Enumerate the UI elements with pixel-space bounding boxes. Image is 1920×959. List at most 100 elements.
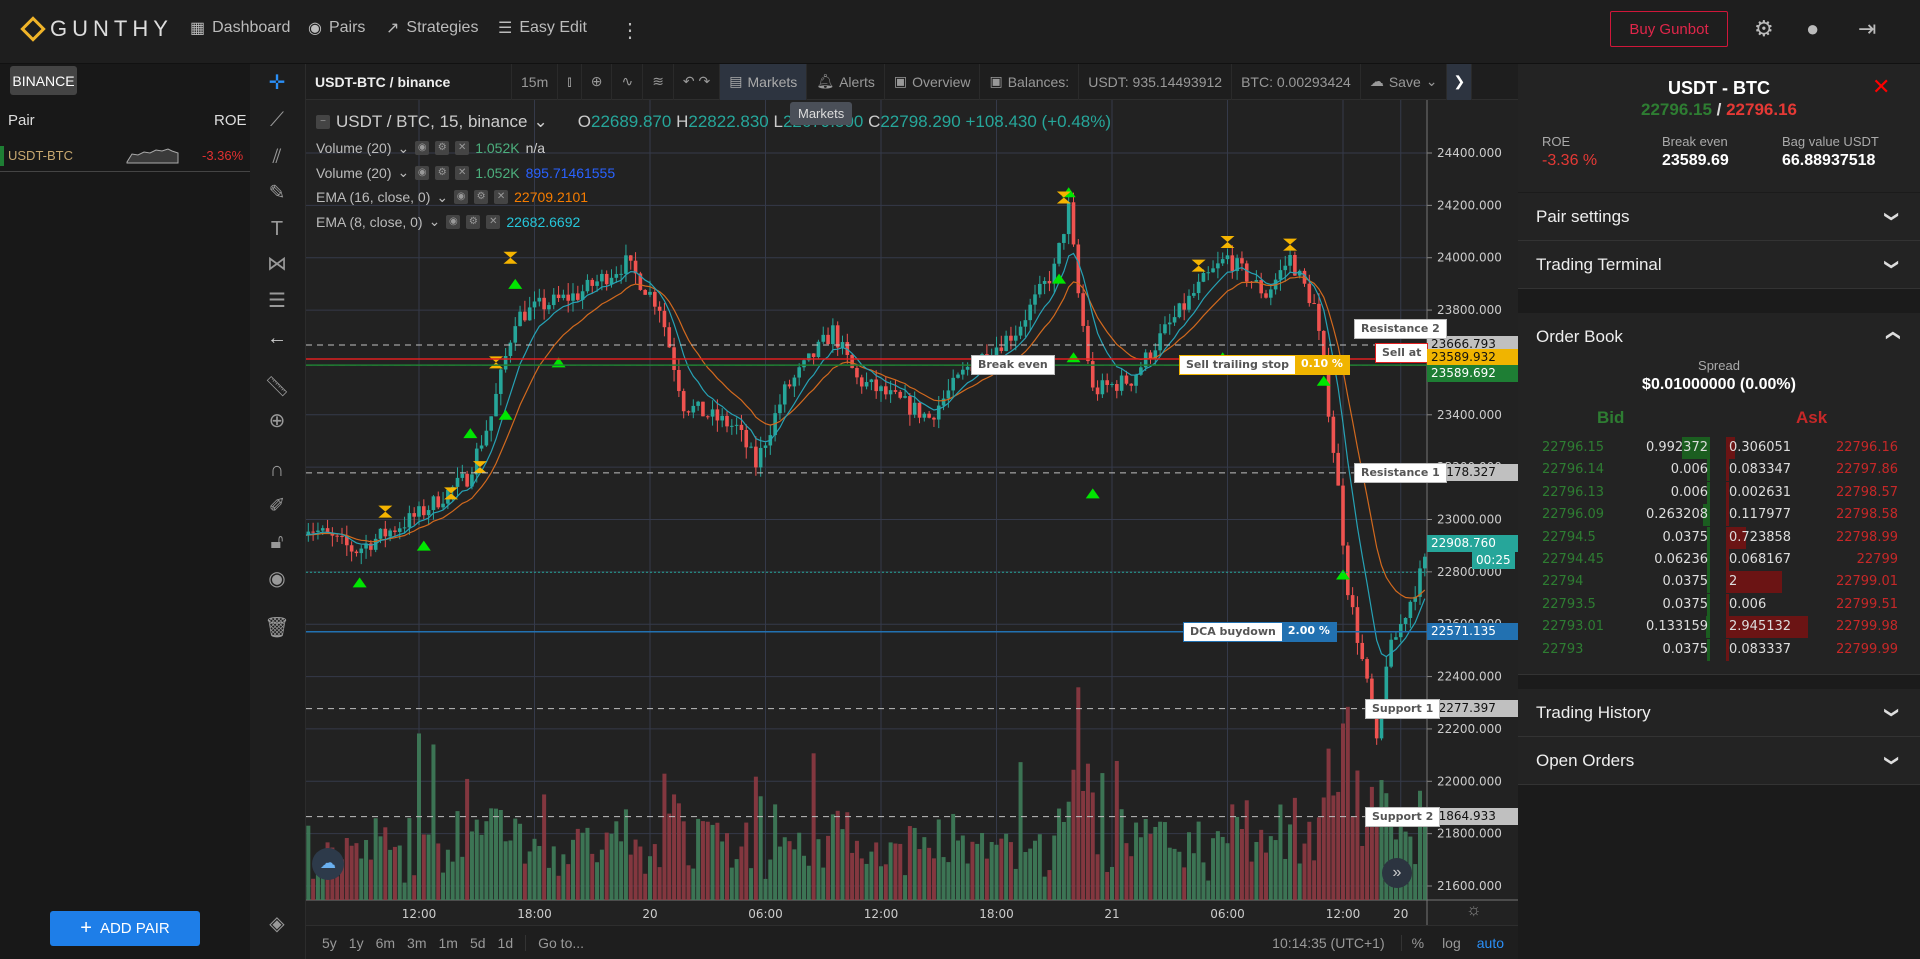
- orderbook-row[interactable]: 22796.09 0.263208 0.117977 22798.58: [1518, 504, 1920, 527]
- settings-gear-icon[interactable]: ⚙: [1754, 16, 1774, 42]
- goto-button[interactable]: Go to...: [525, 934, 584, 951]
- tradingview-logo-icon[interactable]: ☁: [312, 848, 344, 880]
- orderbook-row[interactable]: 22796.14 0.006 0.083347 22797.86: [1518, 459, 1920, 482]
- log-scale-toggle[interactable]: log: [1434, 935, 1469, 951]
- pattern-icon[interactable]: ⋈: [262, 251, 292, 277]
- pitchfork-icon[interactable]: ⫽: [262, 144, 292, 170]
- level-label-support-2[interactable]: Support 2: [1365, 806, 1441, 827]
- percent-scale-toggle[interactable]: %: [1402, 935, 1434, 951]
- legend-symbol[interactable]: USDT / BTC, 15, binance: [336, 112, 528, 132]
- section-open-orders[interactable]: Open Orders ❯: [1518, 737, 1920, 785]
- indicator-settings-icon[interactable]: ⚙: [474, 190, 489, 205]
- close-icon[interactable]: ✕: [1872, 74, 1890, 100]
- unlock-icon[interactable]: 🔓︎: [262, 529, 292, 555]
- section-title[interactable]: Order Book: [1536, 327, 1623, 347]
- indicator-name[interactable]: Volume (20): [316, 165, 391, 181]
- trend-line-icon[interactable]: ⟋: [262, 107, 292, 133]
- add-pair-button[interactable]: + ADD PAIR: [50, 911, 200, 946]
- orderbook-row[interactable]: 22793.5 0.0375 0.006 22799.51: [1518, 593, 1920, 616]
- undo-icon[interactable]: ↶ ↷: [674, 63, 721, 100]
- lock-drawing-icon[interactable]: ✐: [262, 493, 292, 519]
- buy-gunbot-button[interactable]: Buy Gunbot: [1610, 11, 1728, 47]
- level-label-sell-at[interactable]: Sell at: [1375, 342, 1429, 363]
- level-label-sell-trailing-stop[interactable]: Sell trailing stop 0.10 %: [1179, 355, 1350, 376]
- nav-pairs[interactable]: ◉ Pairs: [308, 18, 365, 38]
- overview-button[interactable]: ▣ Overview: [885, 63, 981, 100]
- nav-dashboard[interactable]: ▦ Dashboard: [190, 18, 290, 38]
- orderbook-row[interactable]: 22796.13 0.006 0.002631 22798.57: [1518, 481, 1920, 504]
- eye-icon[interactable]: ◉: [262, 566, 292, 592]
- remove-indicator-icon[interactable]: ✕: [494, 190, 509, 205]
- ruler-icon[interactable]: 📏︎: [262, 374, 292, 400]
- remove-indicator-icon[interactable]: ✕: [486, 214, 501, 229]
- indicator-settings-icon[interactable]: ⚙: [435, 165, 450, 180]
- arrow-left-icon[interactable]: ←: [262, 325, 292, 351]
- trash-icon[interactable]: 🗑︎: [262, 615, 292, 641]
- templates-icon[interactable]: ≋: [643, 63, 674, 100]
- remove-indicator-icon[interactable]: ✕: [455, 141, 470, 156]
- indicator-name[interactable]: EMA (8, close, 0): [316, 214, 423, 230]
- user-account-icon[interactable]: ●: [1806, 16, 1819, 42]
- logout-icon[interactable]: ⇥: [1858, 16, 1876, 42]
- pair-row-usdt-btc[interactable]: USDT-BTC -3.36%: [0, 142, 250, 172]
- collapse-legend-icon[interactable]: −: [316, 115, 330, 129]
- fib-tool-icon[interactable]: ☰: [262, 288, 292, 314]
- interval-selector[interactable]: 15m: [512, 63, 559, 100]
- layers-icon[interactable]: ◈: [262, 911, 292, 937]
- save-button[interactable]: ☁ Save ⌄: [1361, 63, 1448, 100]
- zoom-in-icon[interactable]: ⊕: [262, 408, 292, 434]
- more-menu-icon[interactable]: ⋮: [620, 18, 640, 43]
- section-trading-terminal[interactable]: Trading Terminal ❯: [1518, 241, 1920, 289]
- magnet-icon[interactable]: ∩: [262, 457, 292, 483]
- indicator-name[interactable]: EMA (16, close, 0): [316, 189, 430, 205]
- indicator-settings-icon[interactable]: ⚙: [435, 141, 450, 156]
- level-label-resistance-1[interactable]: Resistance 1: [1354, 462, 1447, 483]
- level-label-break-even[interactable]: Break even: [971, 355, 1055, 376]
- markets-button[interactable]: ▤ Markets: [720, 63, 808, 100]
- range-1y[interactable]: 1y: [343, 935, 370, 951]
- visibility-eye-icon[interactable]: ◉: [454, 190, 469, 205]
- alerts-button[interactable]: 🔔︎ Alerts: [807, 63, 885, 100]
- orderbook-row[interactable]: 22794.5 0.0375 0.723858 22798.99: [1518, 526, 1920, 549]
- auto-scale-toggle[interactable]: auto: [1469, 935, 1518, 951]
- range-3m[interactable]: 3m: [401, 935, 432, 951]
- visibility-eye-icon[interactable]: ◉: [415, 165, 430, 180]
- candle-type-icon[interactable]: ⫾: [558, 63, 582, 100]
- brush-icon[interactable]: ✎: [262, 180, 292, 206]
- collapse-panel-chevron-icon[interactable]: ❯: [1447, 63, 1473, 100]
- level-label-dca-buydown[interactable]: DCA buydown 2.00 %: [1183, 621, 1337, 642]
- exchange-button-binance[interactable]: BINANCE: [10, 66, 77, 95]
- orderbook-row[interactable]: 22794.45 0.06236 0.068167 22799: [1518, 549, 1920, 571]
- range-5y[interactable]: 5y: [316, 935, 343, 951]
- range-1m[interactable]: 1m: [433, 935, 464, 951]
- indicator-name[interactable]: Volume (20): [316, 140, 391, 156]
- visibility-eye-icon[interactable]: ◉: [446, 214, 461, 229]
- section-trading-history[interactable]: Trading History ❯: [1518, 689, 1920, 737]
- text-tool-icon[interactable]: T: [262, 216, 292, 242]
- visibility-eye-icon[interactable]: ◉: [415, 141, 430, 156]
- compare-plus-icon[interactable]: ⊕: [582, 63, 613, 100]
- gunthy-logo[interactable]: GUNTHY: [20, 16, 173, 42]
- range-6m[interactable]: 6m: [370, 935, 401, 951]
- orderbook-row[interactable]: 22793.01 0.133159 2.945132 22799.98: [1518, 616, 1920, 639]
- balances-button[interactable]: ▣ Balances:: [980, 63, 1080, 100]
- orderbook-row[interactable]: 22796.15 0.992372 0.306051 22796.16: [1518, 437, 1920, 459]
- chevron-up-icon[interactable]: ❯: [1884, 330, 1901, 342]
- remove-indicator-icon[interactable]: ✕: [455, 165, 470, 180]
- level-label-support-1[interactable]: Support 1: [1365, 698, 1441, 719]
- bid-price: 22793.01: [1542, 619, 1605, 635]
- symbol-selector[interactable]: USDT-BTC / binance: [306, 63, 512, 100]
- orderbook-row[interactable]: 22793 0.0375 0.083337 22799.99: [1518, 638, 1920, 661]
- orderbook-row[interactable]: 22794 0.0375 2 22799.01: [1518, 571, 1920, 594]
- scroll-to-latest-icon[interactable]: »: [1382, 858, 1412, 888]
- nav-easy-edit[interactable]: ☰ Easy Edit: [498, 18, 587, 38]
- crosshair-icon[interactable]: ✛: [262, 70, 292, 96]
- indicators-icon[interactable]: ∿: [612, 63, 644, 100]
- chart-settings-sun-icon[interactable]: ☼: [1466, 900, 1482, 920]
- range-5d[interactable]: 5d: [464, 935, 492, 951]
- range-1d[interactable]: 1d: [492, 935, 520, 951]
- section-pair-settings[interactable]: Pair settings ❯: [1518, 193, 1920, 241]
- level-label-resistance-2[interactable]: Resistance 2: [1354, 318, 1447, 339]
- nav-strategies[interactable]: ↗ Strategies: [386, 18, 478, 38]
- indicator-settings-icon[interactable]: ⚙: [466, 214, 481, 229]
